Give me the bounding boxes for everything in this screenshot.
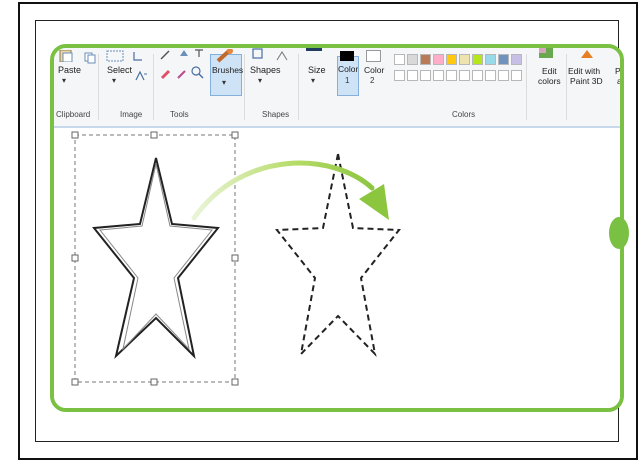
color2-number: 2: [370, 76, 375, 85]
resize-handle[interactable]: [609, 217, 629, 249]
shapes-label: Shapes: [250, 65, 281, 75]
shapes-icon: [252, 48, 263, 59]
color-swatch[interactable]: [420, 54, 431, 65]
color-swatch[interactable]: [485, 70, 496, 81]
selection-handle[interactable]: [71, 254, 79, 262]
ribbon-toolbar: Paste ▾ Clipboard Select ▾ Image Tools B…: [54, 48, 620, 128]
color-swatch[interactable]: [446, 70, 457, 81]
shapes-group-label: Shapes: [262, 110, 290, 119]
clipboard-group-label: Clipboard: [56, 110, 91, 119]
color-swatch[interactable]: [459, 70, 470, 81]
color-picker-icon[interactable]: [176, 68, 188, 80]
color-swatch[interactable]: [511, 70, 522, 81]
pencil-icon[interactable]: [160, 50, 170, 60]
separator: [566, 54, 567, 120]
color-swatch[interactable]: [446, 54, 457, 65]
color-swatch[interactable]: [394, 54, 405, 65]
magnifier-icon[interactable]: [191, 66, 205, 80]
separator: [98, 54, 99, 120]
truncated-label-2: al: [617, 76, 624, 86]
separator: [298, 54, 299, 120]
image-group-label: Image: [120, 110, 143, 119]
truncated-label-1: Pr: [615, 66, 624, 76]
color-swatch[interactable]: [459, 54, 470, 65]
select-icon: [106, 50, 124, 62]
color-swatch[interactable]: [420, 70, 431, 81]
curved-arrow: [191, 160, 375, 221]
color-swatch[interactable]: [485, 54, 496, 65]
color2-swatch: [366, 50, 381, 62]
separator: [244, 54, 245, 120]
color-swatch[interactable]: [498, 54, 509, 65]
shape-outline-icon[interactable]: [276, 50, 288, 62]
paint-window: Paste ▾ Clipboard Select ▾ Image Tools B…: [50, 44, 624, 412]
star-shape[interactable]: [92, 157, 220, 360]
separator: [526, 54, 527, 120]
edit-colors-icon: [539, 48, 553, 58]
shapes-dropdown-icon: ▾: [258, 76, 263, 85]
copy-icon[interactable]: [84, 52, 96, 64]
select-dropdown-icon: ▾: [112, 76, 117, 85]
brushes-dropdown-icon: ▾: [222, 78, 227, 87]
canvas-drawing: [71, 131, 401, 386]
selection-handle[interactable]: [231, 131, 239, 139]
size-icon: [306, 48, 322, 51]
dashed-star-shape: [275, 153, 401, 358]
fill-icon[interactable]: [178, 48, 190, 58]
eraser-icon[interactable]: [160, 68, 172, 80]
crop-icon[interactable]: [132, 52, 142, 62]
selection-handle[interactable]: [71, 131, 79, 139]
color1-label: Color: [338, 64, 359, 74]
color-swatch[interactable]: [498, 70, 509, 81]
paste-dropdown-icon: ▾: [62, 76, 67, 85]
color-swatch[interactable]: [407, 70, 418, 81]
size-dropdown-icon: ▾: [311, 76, 316, 85]
select-label: Select: [107, 65, 133, 75]
color-swatch[interactable]: [472, 54, 483, 65]
paste-icon: [59, 50, 73, 62]
color-swatch[interactable]: [472, 70, 483, 81]
edit-colors-label-1: Edit: [542, 66, 557, 76]
brush-icon: [216, 49, 233, 63]
paint3d-label-2: Paint 3D: [570, 76, 603, 86]
size-label: Size: [308, 65, 326, 75]
edit-colors-label-2: colors: [538, 76, 561, 86]
selection-handle[interactable]: [231, 378, 239, 386]
selection-handle[interactable]: [71, 378, 79, 386]
paint3d-icon: [581, 50, 593, 58]
color-swatch[interactable]: [394, 70, 405, 81]
paste-label: Paste: [58, 65, 82, 75]
tools-group-label: Tools: [170, 110, 189, 119]
brushes-label: Brushes: [212, 65, 244, 75]
colors-group-label: Colors: [452, 110, 476, 119]
color1-swatch: [340, 51, 354, 61]
drawing-canvas[interactable]: [54, 128, 620, 408]
text-tool-icon[interactable]: [194, 48, 204, 58]
color1-number: 1: [345, 76, 350, 85]
color1-button[interactable]: Color 1: [337, 51, 359, 96]
paint3d-label-1: Edit with: [568, 66, 601, 76]
color-swatch[interactable]: [433, 70, 444, 81]
color-swatch[interactable]: [433, 54, 444, 65]
rotate-icon[interactable]: [134, 70, 148, 82]
color-swatch[interactable]: [511, 54, 522, 65]
selection-handle[interactable]: [150, 131, 158, 139]
selection-handle[interactable]: [231, 254, 239, 262]
color-swatch[interactable]: [407, 54, 418, 65]
selection-handle[interactable]: [150, 378, 158, 386]
separator: [153, 54, 154, 120]
brushes-button[interactable]: Brushes ▾: [210, 49, 244, 96]
color2-label: Color: [364, 65, 385, 75]
